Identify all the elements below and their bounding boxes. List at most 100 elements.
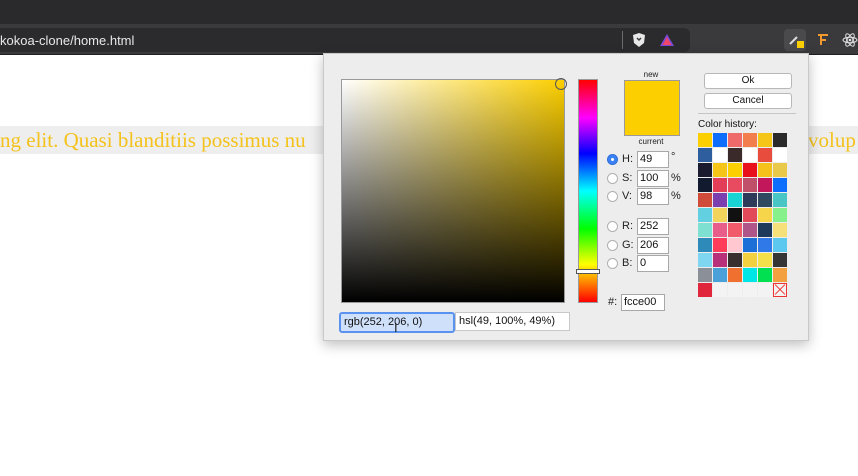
saturation-input[interactable]: 100 (637, 170, 669, 187)
ok-button[interactable]: Ok (704, 73, 792, 89)
history-swatch[interactable] (728, 283, 742, 297)
color-history-label: Color history: (698, 119, 757, 130)
history-swatch[interactable] (698, 268, 712, 282)
history-swatch[interactable] (713, 253, 727, 267)
history-swatch[interactable] (743, 193, 757, 207)
history-swatch[interactable] (728, 208, 742, 222)
history-swatch[interactable] (698, 283, 712, 297)
red-radio[interactable] (607, 221, 618, 232)
history-swatch[interactable] (713, 208, 727, 222)
history-swatch[interactable] (758, 208, 772, 222)
history-swatch[interactable] (758, 238, 772, 252)
history-swatch[interactable] (758, 163, 772, 177)
red-label: R: (622, 220, 633, 232)
history-swatch[interactable] (713, 193, 727, 207)
pin-extension-icon[interactable] (813, 30, 833, 50)
history-swatch[interactable] (758, 223, 772, 237)
history-swatch[interactable] (698, 223, 712, 237)
history-swatch[interactable] (728, 163, 742, 177)
history-swatch[interactable] (773, 238, 787, 252)
address-bar-url[interactable]: kokoa-clone/home.html (0, 33, 134, 48)
history-swatch[interactable] (728, 193, 742, 207)
history-swatch[interactable] (698, 208, 712, 222)
blue-label: B: (622, 257, 633, 269)
history-swatch[interactable] (698, 238, 712, 252)
react-devtools-icon[interactable] (840, 30, 858, 50)
history-swatch[interactable] (743, 223, 757, 237)
brave-rewards-icon[interactable] (657, 30, 677, 50)
history-swatch[interactable] (698, 133, 712, 147)
history-swatch[interactable] (743, 238, 757, 252)
saturation-value-handle[interactable] (555, 78, 567, 90)
history-swatch[interactable] (713, 283, 727, 297)
history-swatch[interactable] (758, 193, 772, 207)
hue-slider-handle[interactable] (576, 269, 600, 274)
history-swatch[interactable] (773, 208, 787, 222)
history-swatch[interactable] (743, 178, 757, 192)
history-swatch[interactable] (698, 163, 712, 177)
history-swatch[interactable] (758, 133, 772, 147)
history-swatch[interactable] (743, 268, 757, 282)
cancel-button[interactable]: Cancel (704, 93, 792, 109)
current-color-swatch[interactable] (624, 108, 680, 136)
history-swatch[interactable] (698, 148, 712, 162)
brave-shield-icon[interactable] (629, 30, 649, 50)
green-radio[interactable] (607, 240, 618, 251)
history-swatch[interactable] (743, 283, 757, 297)
history-swatch[interactable] (773, 148, 787, 162)
history-swatch[interactable] (743, 163, 757, 177)
history-swatch[interactable] (713, 178, 727, 192)
history-swatch[interactable] (743, 133, 757, 147)
clear-history-icon[interactable] (773, 283, 787, 297)
history-swatch[interactable] (773, 133, 787, 147)
history-swatch[interactable] (758, 178, 772, 192)
title-bar (0, 0, 858, 24)
hsl-text-field[interactable]: hsl(49, 100%, 49%) (455, 312, 570, 331)
history-swatch[interactable] (773, 193, 787, 207)
history-swatch[interactable] (758, 268, 772, 282)
value-label: V: (622, 190, 632, 202)
history-swatch[interactable] (713, 163, 727, 177)
history-swatch[interactable] (743, 148, 757, 162)
history-swatch[interactable] (698, 253, 712, 267)
history-swatch[interactable] (773, 223, 787, 237)
history-swatch[interactable] (758, 283, 772, 297)
history-swatch[interactable] (743, 253, 757, 267)
history-swatch[interactable] (713, 238, 727, 252)
history-swatch[interactable] (728, 178, 742, 192)
history-swatch[interactable] (728, 268, 742, 282)
history-swatch[interactable] (758, 253, 772, 267)
hex-input[interactable]: fcce00 (621, 294, 665, 311)
value-input[interactable]: 98 (637, 188, 669, 205)
hex-label: #: (608, 296, 618, 308)
history-swatch[interactable] (728, 223, 742, 237)
history-swatch[interactable] (743, 208, 757, 222)
hue-input[interactable]: 49 (637, 151, 669, 168)
red-input[interactable]: 252 (637, 218, 669, 235)
blue-radio[interactable] (607, 258, 618, 269)
history-swatch[interactable] (713, 148, 727, 162)
history-swatch[interactable] (728, 238, 742, 252)
history-swatch[interactable] (773, 163, 787, 177)
history-swatch[interactable] (713, 268, 727, 282)
green-label: G: (622, 239, 634, 251)
saturation-unit: % (671, 172, 681, 184)
green-input[interactable]: 206 (637, 237, 669, 254)
history-swatch[interactable] (713, 133, 727, 147)
history-swatch[interactable] (698, 178, 712, 192)
saturation-value-area[interactable] (341, 79, 565, 303)
history-swatch[interactable] (698, 193, 712, 207)
hue-radio[interactable] (607, 154, 618, 165)
history-swatch[interactable] (773, 178, 787, 192)
history-swatch[interactable] (728, 148, 742, 162)
history-swatch[interactable] (758, 148, 772, 162)
history-swatch[interactable] (728, 133, 742, 147)
history-swatch[interactable] (713, 223, 727, 237)
history-swatch[interactable] (728, 253, 742, 267)
blue-input[interactable]: 0 (637, 255, 669, 272)
history-swatch[interactable] (773, 253, 787, 267)
value-radio[interactable] (607, 191, 618, 202)
color-picker-extension-icon[interactable] (784, 29, 806, 51)
history-swatch[interactable] (773, 268, 787, 282)
saturation-radio[interactable] (607, 173, 618, 184)
